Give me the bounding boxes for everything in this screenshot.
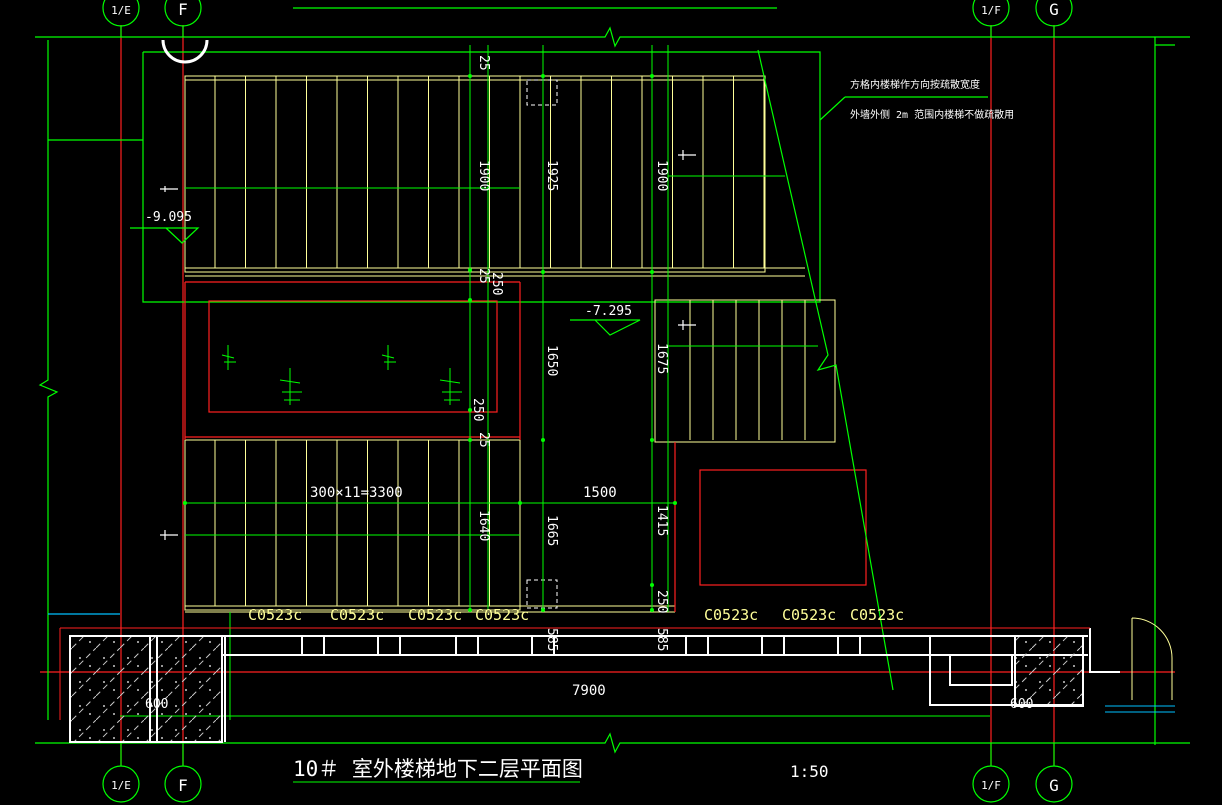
axis-label-bottom-f: F xyxy=(178,776,188,795)
door-swing xyxy=(1105,617,1175,713)
wall-pier xyxy=(685,635,709,656)
drawing-title: 10＃ 室外楼梯地下二层平面图 xyxy=(293,757,583,781)
wall-window-blocks xyxy=(301,635,861,656)
axis-bubbles-top xyxy=(102,0,1073,37)
dim-600-left: 600 xyxy=(145,697,168,712)
wall-pier xyxy=(761,635,785,656)
dimension-ticks xyxy=(183,74,677,612)
axis-label-top-1f: 1/F xyxy=(981,4,1001,17)
level-left: -9.095 xyxy=(145,210,192,225)
drawing-scale: 1:50 xyxy=(790,762,829,781)
window-label: C0523c xyxy=(475,606,529,624)
window-label: C0523c xyxy=(704,606,758,624)
dim-1665: 1665 xyxy=(544,515,559,546)
axis-label-bottom-1f: 1/F xyxy=(981,779,1001,792)
dim-25-low: 25 xyxy=(476,432,491,448)
dim-1500: 1500 xyxy=(583,485,617,501)
dim-1640: 1640 xyxy=(476,510,491,541)
dim-600-right: 600 xyxy=(1010,697,1033,712)
cad-drawing-canvas[interactable]: 1/E F 1/F G 1/E F 1/F G -9.095 -7.295 30… xyxy=(0,0,1222,805)
boundary-line xyxy=(757,49,894,691)
dim-250-low: 250 xyxy=(470,398,485,421)
dim-1900-right: 1900 xyxy=(654,160,669,191)
axis-label-bottom-g: G xyxy=(1049,776,1059,795)
axis-label-top-1e: 1/E xyxy=(111,4,131,17)
wall-pier xyxy=(455,635,479,656)
window-label: C0523c xyxy=(782,606,836,624)
note-line-2: 外墙外侧 2m 范围内楼梯不做疏散用 xyxy=(850,108,1014,121)
dim-25-mid: 25 xyxy=(476,268,491,284)
stair-flight-lower xyxy=(184,299,836,613)
wall-pier xyxy=(301,635,325,656)
dim-1675: 1675 xyxy=(654,343,669,374)
dim-250-bottom: 250 xyxy=(654,590,669,613)
axis-bubbles-bottom xyxy=(102,743,1073,803)
axis-label-bottom-1e: 1/E xyxy=(111,779,131,792)
dim-585-b: 585 xyxy=(654,628,669,651)
dim-300x11: 300×11=3300 xyxy=(310,485,403,501)
window-label: C0523c xyxy=(850,606,904,624)
note-line-1: 方格内楼梯作方向按疏散宽度 xyxy=(850,78,980,91)
light-wells xyxy=(184,281,867,612)
column-arc xyxy=(161,39,209,64)
dim-25-top: 25 xyxy=(476,55,491,71)
axis-label-top-f: F xyxy=(178,0,188,19)
wall-pier xyxy=(377,635,401,656)
planting-symbols xyxy=(221,345,462,405)
axis-label-top-g: G xyxy=(1049,0,1059,19)
window-label: C0523c xyxy=(408,606,462,624)
level-middle: -7.295 xyxy=(585,304,632,319)
dim-1650: 1650 xyxy=(544,345,559,376)
dim-250-mid: 250 xyxy=(489,272,504,295)
dim-1415: 1415 xyxy=(654,505,669,536)
dim-585-a: 585 xyxy=(544,628,559,651)
wall-pier xyxy=(837,635,861,656)
dim-1900-left: 1900 xyxy=(476,160,491,191)
dim-7900: 7900 xyxy=(572,683,606,699)
window-label: C0523c xyxy=(330,606,384,624)
dim-1925: 1925 xyxy=(544,160,559,191)
window-label: C0523c xyxy=(248,606,302,624)
